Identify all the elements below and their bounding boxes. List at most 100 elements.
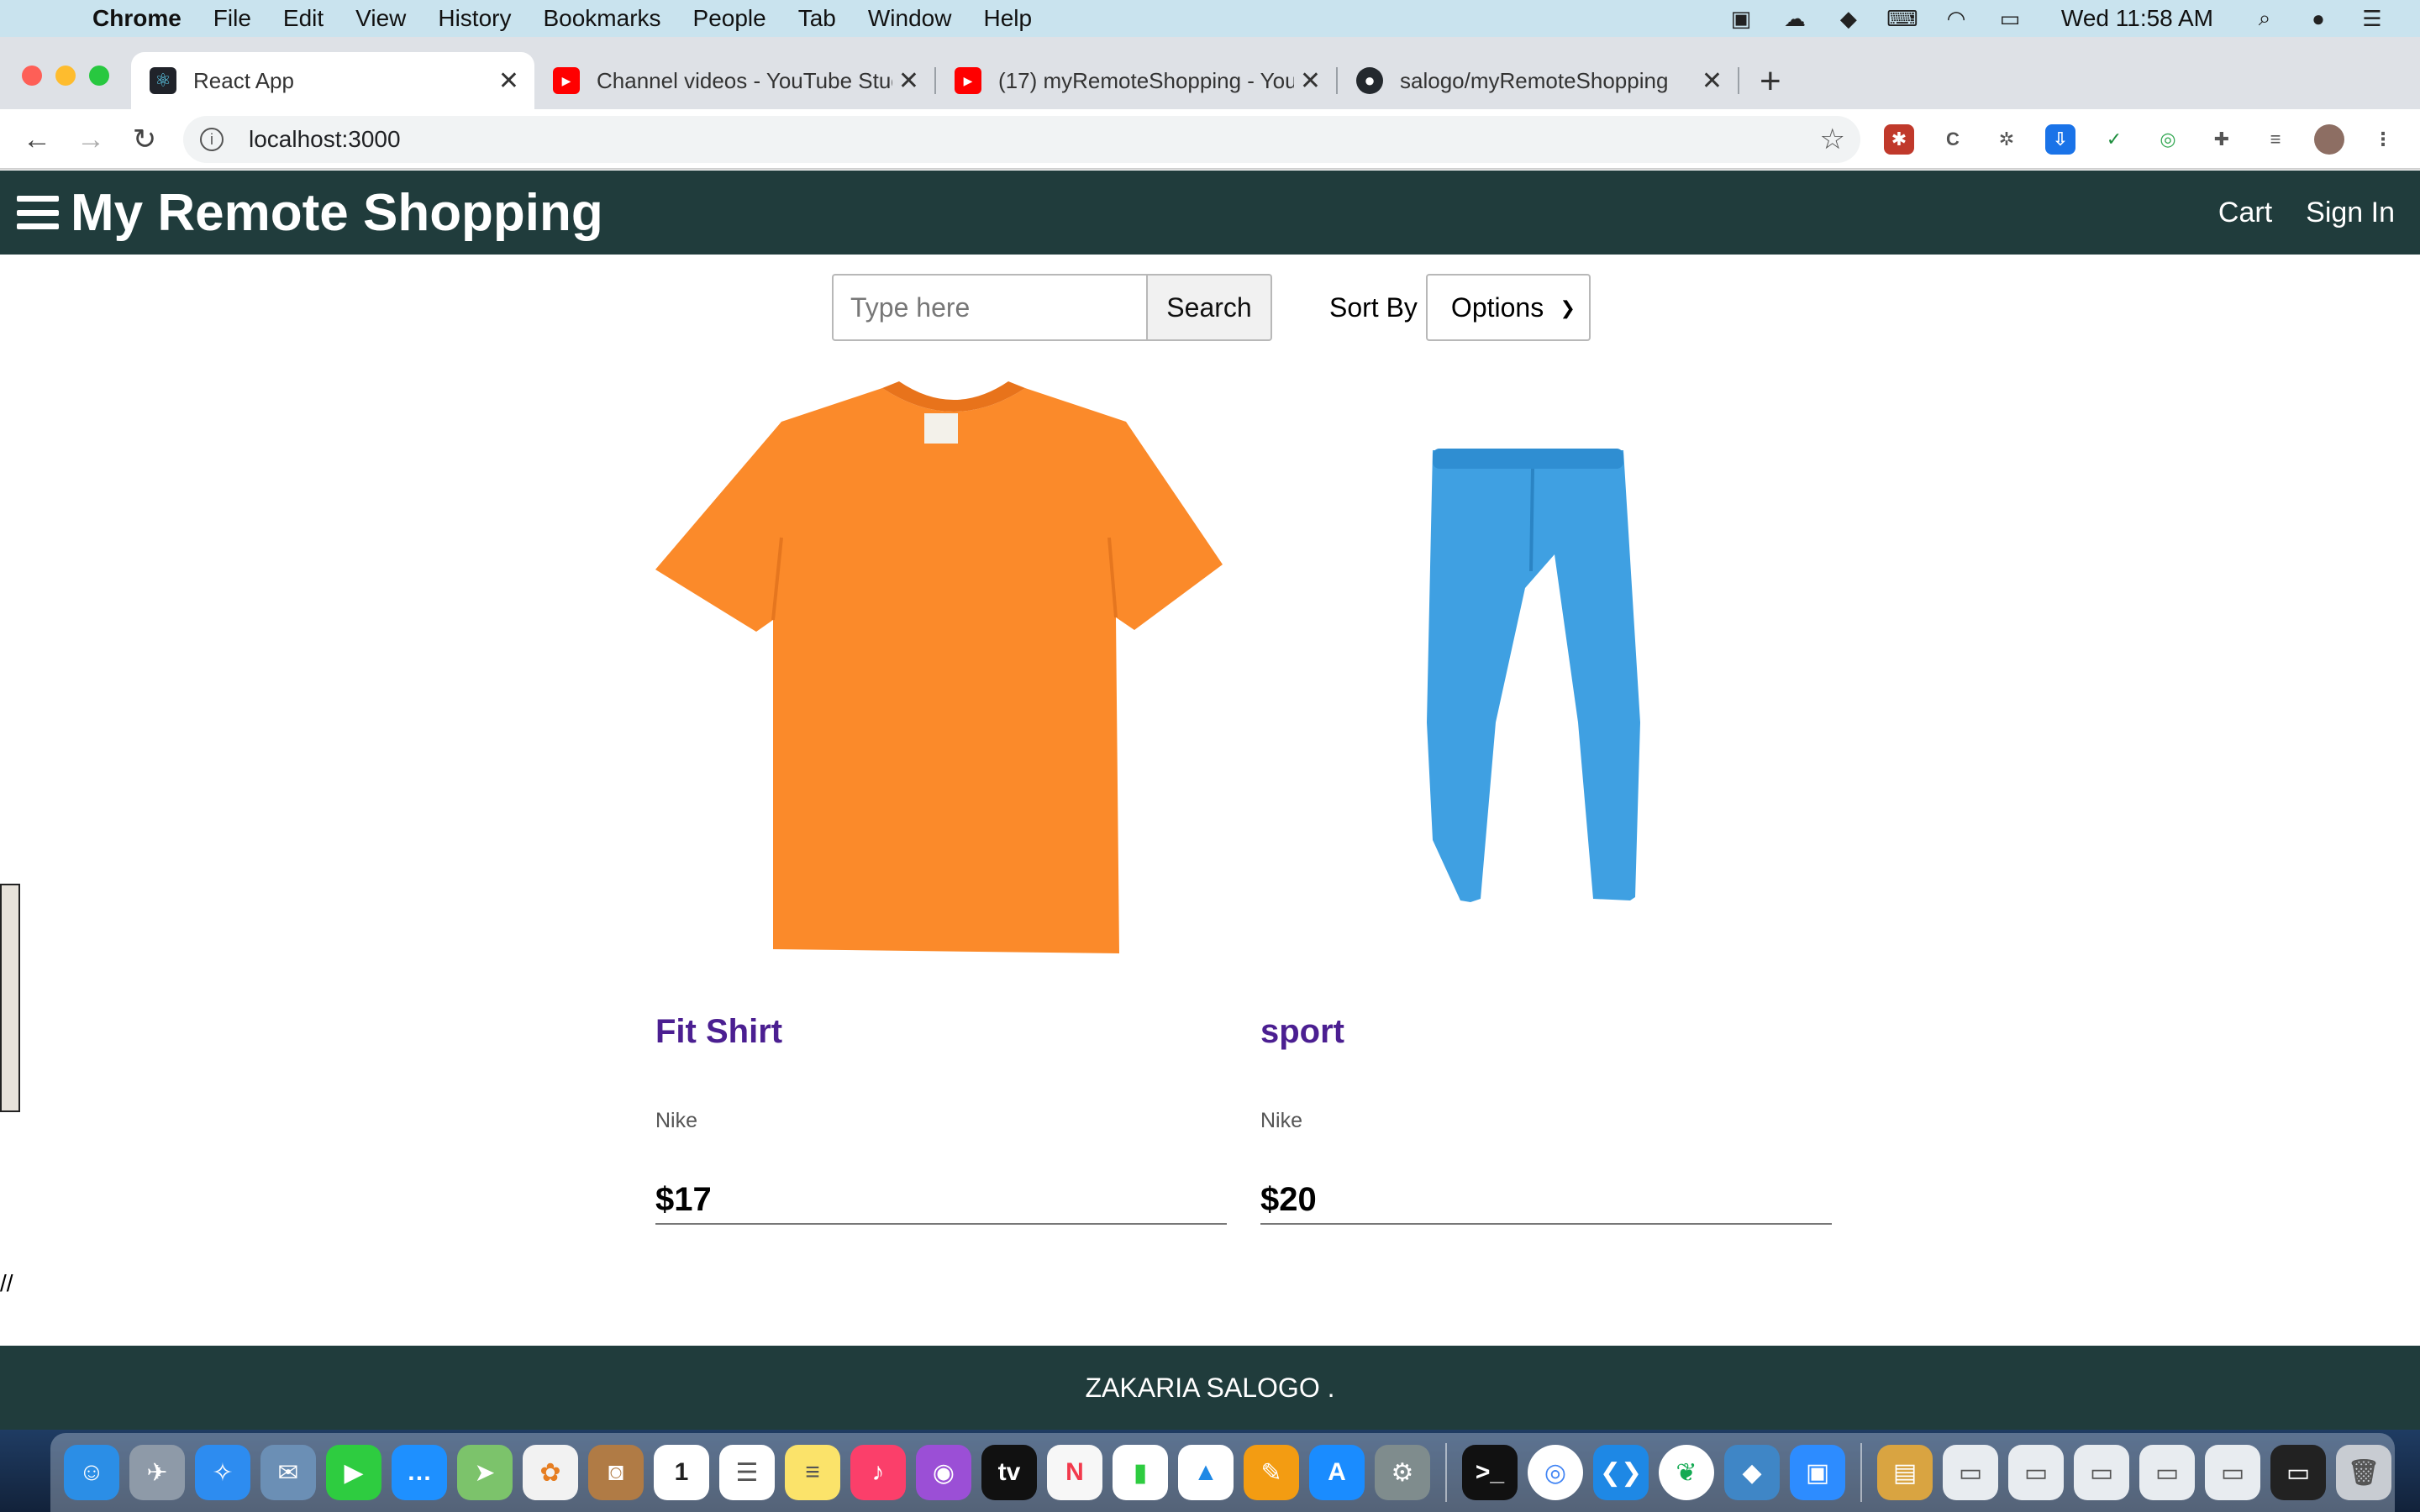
site-info-icon[interactable]: i (200, 128, 224, 151)
keyboard-input-icon[interactable]: ⌨ (1886, 6, 1918, 31)
calendar-icon[interactable]: 1 (654, 1445, 709, 1500)
safari-icon[interactable]: ✧ (195, 1445, 250, 1500)
battery-icon[interactable]: ▭ (1996, 6, 2024, 31)
extensions-puzzle-icon[interactable]: ✚ (2207, 124, 2237, 155)
reload-icon[interactable]: ↻ (124, 119, 165, 160)
browser-menu-kebab-icon[interactable]: ⋮ (2368, 124, 2398, 155)
sort-select[interactable]: Options ❯ (1425, 274, 1591, 341)
maximize-window-button[interactable] (89, 66, 109, 86)
product-name-link[interactable]: sport (1260, 1013, 1344, 1051)
menu-tab[interactable]: Tab (798, 5, 836, 32)
search-button[interactable]: Search (1148, 274, 1272, 341)
podcasts-icon[interactable]: ◉ (916, 1445, 971, 1500)
mail-icon[interactable]: ✉ (260, 1445, 316, 1500)
minimized-window-icon[interactable]: ▭ (2205, 1445, 2260, 1500)
product-image[interactable] (1260, 370, 1832, 974)
archive-utility-icon[interactable]: ▤ (1877, 1445, 1933, 1500)
react-favicon-icon: ⚛ (150, 67, 176, 94)
pages-icon[interactable]: ✎ (1244, 1445, 1299, 1500)
extension-bug-icon[interactable]: ✲ (1991, 124, 2022, 155)
siri-icon[interactable]: ● (2304, 6, 2333, 31)
minimized-window-icon[interactable]: ▭ (1943, 1445, 1998, 1500)
numbers-icon[interactable]: ▮ (1113, 1445, 1168, 1500)
system-preferences-icon[interactable]: ⚙ (1375, 1445, 1430, 1500)
menu-people[interactable]: People (693, 5, 766, 32)
maps-icon[interactable]: ➤ (457, 1445, 513, 1500)
menu-file[interactable]: File (213, 5, 251, 32)
facetime-icon[interactable]: ▶ (326, 1445, 381, 1500)
brand-title[interactable]: My Remote Shopping (71, 183, 603, 243)
profile-avatar[interactable] (2314, 124, 2344, 155)
extension-c-icon[interactable]: C (1938, 124, 1968, 155)
close-tab-icon[interactable]: ✕ (498, 66, 519, 96)
wifi-icon[interactable]: ◠ (1942, 6, 1970, 31)
notification-center-icon[interactable]: ☰ (2358, 6, 2386, 31)
contacts-icon[interactable]: ◙ (588, 1445, 644, 1500)
hamburger-menu-icon[interactable] (17, 196, 59, 229)
address-bar-url[interactable]: localhost:3000 (249, 126, 401, 153)
sign-in-link[interactable]: Sign In (2306, 197, 2395, 229)
news-icon[interactable]: N (1047, 1445, 1102, 1500)
tab-github-repo[interactable]: ● salogo/myRemoteShopping ✕ (1338, 52, 1738, 109)
messages-icon[interactable]: … (392, 1445, 447, 1500)
close-window-button[interactable] (22, 66, 42, 86)
bookmark-star-icon[interactable]: ☆ (1820, 123, 1845, 156)
search-input[interactable] (832, 274, 1148, 341)
menu-help[interactable]: Help (983, 5, 1032, 32)
terminal-icon[interactable]: >_ (1462, 1445, 1518, 1500)
back-arrow-icon[interactable]: ← (17, 119, 57, 160)
music-icon[interactable]: ♪ (850, 1445, 906, 1500)
forward-arrow-icon[interactable]: → (71, 119, 111, 160)
new-tab-plus-icon[interactable]: + (1760, 60, 1781, 102)
elephant-icon[interactable]: ◆ (1834, 6, 1863, 31)
reading-list-icon[interactable]: ≡ (2260, 124, 2291, 155)
postgres-elephant-icon[interactable]: ◆ (1724, 1445, 1780, 1500)
address-bar[interactable]: i localhost:3000 ☆ (183, 116, 1860, 163)
tab-react-app[interactable]: ⚛ React App ✕ (131, 52, 534, 109)
spotlight-search-icon[interactable]: ⌕ (2250, 5, 2279, 30)
apple-tv-icon[interactable]: tv (981, 1445, 1037, 1500)
tab-youtube-myremoteshopping[interactable]: ▶ (17) myRemoteShopping - YouTube ✕ (936, 52, 1336, 109)
extension-download-icon[interactable]: ⇩ (2045, 124, 2075, 155)
menu-bookmarks[interactable]: Bookmarks (543, 5, 660, 32)
mongodb-compass-icon[interactable]: ❦ (1659, 1445, 1714, 1500)
menu-view[interactable]: View (355, 5, 406, 32)
close-tab-icon[interactable]: ✕ (1702, 66, 1723, 96)
minimized-window-icon[interactable]: ▭ (2074, 1445, 2129, 1500)
tab-youtube-studio[interactable]: ▶ Channel videos - YouTube Studio ✕ (534, 52, 934, 109)
app-store-icon[interactable]: A (1309, 1445, 1365, 1500)
vscode-icon[interactable]: ❮❯ (1593, 1445, 1649, 1500)
product-price: $20 (1260, 1181, 1317, 1218)
launchpad-icon[interactable]: ✈ (129, 1445, 185, 1500)
product-image[interactable] (655, 370, 1227, 974)
close-tab-icon[interactable]: ✕ (898, 66, 919, 96)
minimize-window-button[interactable] (55, 66, 76, 86)
chrome-icon[interactable]: ◎ (1528, 1445, 1583, 1500)
notes-icon[interactable]: ≡ (785, 1445, 840, 1500)
stray-comment-text: // (0, 1270, 13, 1296)
cart-link[interactable]: Cart (2218, 197, 2272, 229)
zoom-status-icon[interactable]: ▣ (1727, 6, 1755, 31)
menu-bar-clock[interactable]: Wed 11:58 AM (2061, 5, 2213, 32)
product-card: Fit Shirt Nike $17 (655, 370, 1227, 1226)
menu-window[interactable]: Window (868, 5, 952, 32)
minimized-window-icon[interactable]: ▭ (2139, 1445, 2195, 1500)
menu-app-name[interactable]: Chrome (92, 5, 182, 32)
minimized-terminal-icon[interactable]: ▭ (2270, 1445, 2326, 1500)
menu-history[interactable]: History (438, 5, 511, 32)
extension-red-icon[interactable]: ✱ (1884, 124, 1914, 155)
keynote-icon[interactable]: ▲ (1178, 1445, 1234, 1500)
reminders-icon[interactable]: ☰ (719, 1445, 775, 1500)
extension-circle-icon[interactable]: ◎ (2153, 124, 2183, 155)
extension-checkmark-icon[interactable]: ✓ (2099, 124, 2129, 155)
trash-icon[interactable]: 🗑 (2336, 1445, 2391, 1500)
close-tab-icon[interactable]: ✕ (1300, 66, 1321, 96)
macos-dock: ☺ ✈ ✧ ✉ ▶ … ➤ ✿ ◙ 1 ☰ ≡ ♪ ◉ tv N ▮ ▲ ✎ A… (50, 1433, 2395, 1512)
finder-icon[interactable]: ☺ (64, 1445, 119, 1500)
menu-edit[interactable]: Edit (283, 5, 324, 32)
product-name-link[interactable]: Fit Shirt (655, 1013, 782, 1051)
cloud-icon[interactable]: ☁ (1781, 6, 1809, 31)
photos-icon[interactable]: ✿ (523, 1445, 578, 1500)
zoom-icon[interactable]: ▣ (1790, 1445, 1845, 1500)
minimized-window-icon[interactable]: ▭ (2008, 1445, 2064, 1500)
